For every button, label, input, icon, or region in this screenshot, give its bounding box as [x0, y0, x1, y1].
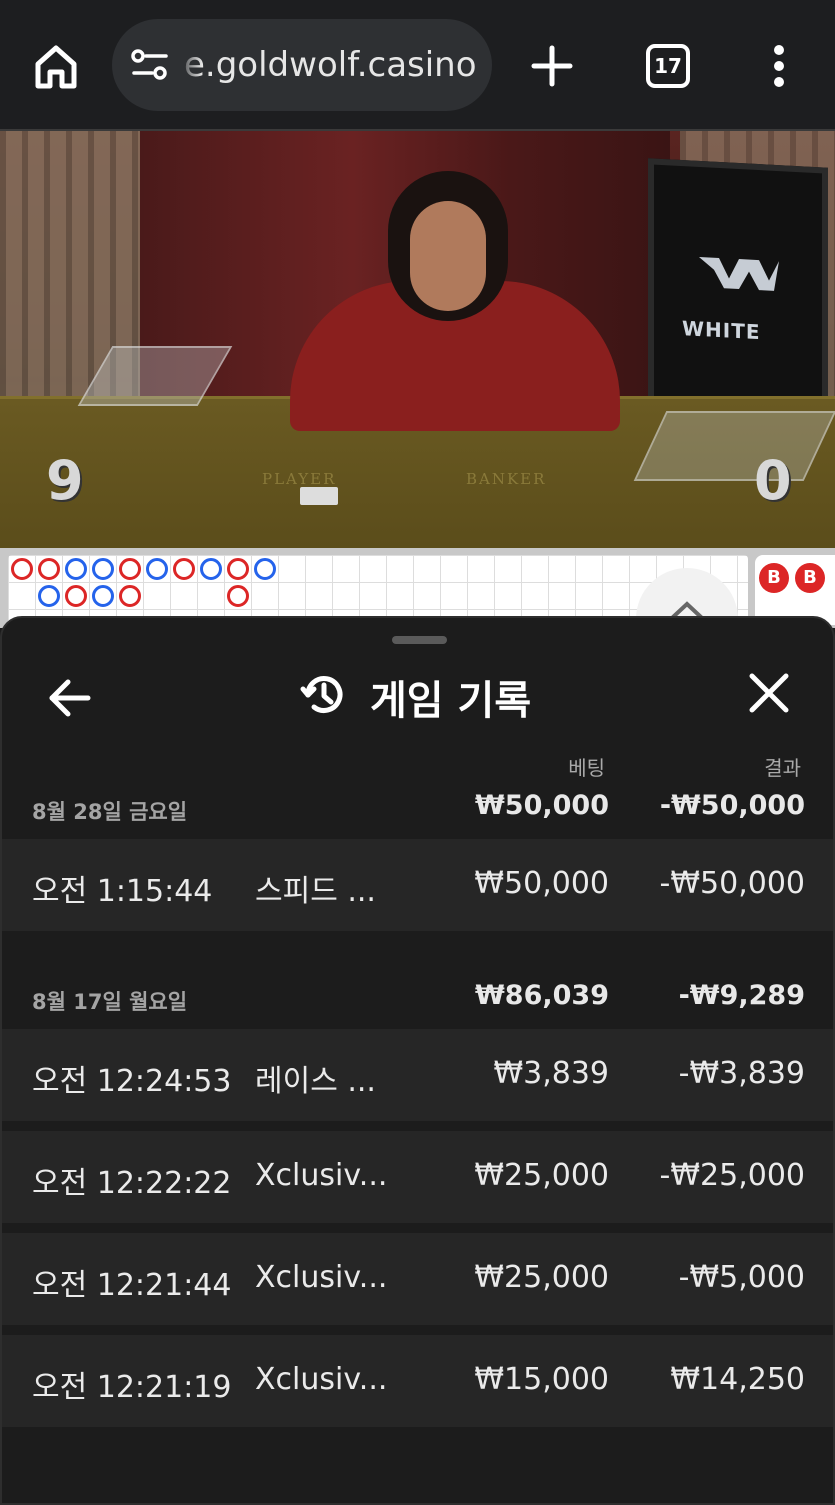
history-row[interactable]: 오전 1:15:44 스피드 ... ₩50,000 -₩50,000 — [2, 839, 833, 931]
url-text: e.goldwolf.casino — [184, 45, 477, 85]
bead-player — [38, 585, 60, 607]
bead-player — [146, 558, 168, 580]
row-game: 스피드 ... — [255, 874, 376, 909]
history-row[interactable]: 오전 12:24:53 레이스 ... ₩3,839 -₩3,839 — [2, 1029, 833, 1121]
date-label: 8월 17일 월요일 — [32, 990, 188, 1014]
sheet-title: 게임 기록 — [370, 678, 532, 724]
row-bet: ₩25,000 — [474, 1158, 609, 1193]
column-header-result: 결과 — [764, 756, 801, 780]
side-road-banker: B — [795, 563, 825, 593]
playing-card — [300, 487, 338, 505]
side-road-banker: B — [759, 563, 789, 593]
tab-switcher-button[interactable]: 17 — [646, 44, 690, 88]
side-road: B B — [755, 555, 835, 625]
row-divider — [2, 1121, 833, 1131]
date-group-header: 8월 28일 금요일 ₩50,000 -₩50,000 — [2, 784, 833, 834]
card-shoe-right — [633, 411, 835, 481]
row-game: Xclusiv... — [255, 1260, 388, 1295]
bead-banker — [173, 558, 195, 580]
date-total-result: -₩9,289 — [678, 980, 805, 1011]
back-arrow-icon[interactable] — [46, 674, 94, 722]
date-group-header: 8월 17일 월요일 ₩86,039 -₩9,289 — [2, 974, 833, 1024]
bead-banker — [227, 585, 249, 607]
address-bar[interactable]: e.goldwolf.casino — [112, 19, 492, 111]
bead-banker — [38, 558, 60, 580]
history-icon — [300, 671, 348, 719]
drag-handle[interactable] — [392, 636, 447, 644]
bead-banker — [119, 558, 141, 580]
date-total-result: -₩50,000 — [659, 790, 805, 821]
player-score: 9 — [46, 449, 84, 512]
row-bet: ₩15,000 — [474, 1362, 609, 1397]
history-row[interactable]: 오전 12:21:19 Xclusiv... ₩15,000 ₩14,250 — [2, 1335, 833, 1427]
row-result: -₩5,000 — [678, 1260, 805, 1295]
row-game: 레이스 ... — [255, 1064, 376, 1099]
row-result: ₩14,250 — [670, 1362, 805, 1397]
date-total-bet: ₩50,000 — [475, 790, 609, 821]
row-time: 오전 1:15:44 — [32, 874, 213, 909]
new-tab-icon[interactable] — [530, 44, 574, 88]
row-time: 오전 12:21:19 — [32, 1370, 232, 1405]
browser-toolbar: e.goldwolf.casino 17 — [0, 0, 835, 131]
bead-player — [92, 585, 114, 607]
whitehood-logo-icon — [699, 256, 779, 291]
row-result: -₩3,839 — [678, 1056, 805, 1091]
bead-banker — [227, 558, 249, 580]
date-label: 8월 28일 금요일 — [32, 800, 188, 824]
bead-banker — [11, 558, 33, 580]
date-total-bet: ₩86,039 — [475, 980, 609, 1011]
bead-player — [200, 558, 222, 580]
row-game: Xclusiv... — [255, 1158, 388, 1193]
row-game: Xclusiv... — [255, 1362, 388, 1397]
bead-player — [254, 558, 276, 580]
history-row[interactable]: 오전 12:21:44 Xclusiv... ₩25,000 -₩5,000 — [2, 1233, 833, 1325]
home-icon[interactable] — [30, 40, 82, 92]
row-divider — [2, 1325, 833, 1335]
url-fade — [178, 39, 202, 91]
row-result: -₩50,000 — [659, 866, 805, 901]
row-result: -₩25,000 — [659, 1158, 805, 1193]
site-settings-icon[interactable] — [130, 47, 170, 83]
bead-banker — [119, 585, 141, 607]
row-bet: ₩25,000 — [474, 1260, 609, 1295]
row-bet: ₩50,000 — [474, 866, 609, 901]
history-row[interactable]: 오전 12:22:22 Xclusiv... ₩25,000 -₩25,000 — [2, 1131, 833, 1223]
bead-player — [65, 558, 87, 580]
banker-label: BANKER — [466, 470, 547, 488]
more-menu-icon[interactable] — [770, 44, 788, 88]
banker-score: 0 — [754, 449, 792, 512]
live-video[interactable]: WHITE PLAYER BANKER 9 0 — [0, 131, 835, 548]
close-icon[interactable] — [746, 670, 792, 716]
dealer-face — [410, 201, 486, 311]
row-divider — [2, 1223, 833, 1233]
studio-monitor: WHITE — [648, 158, 828, 428]
row-time: 오전 12:22:22 — [32, 1166, 232, 1201]
player-label: PLAYER — [262, 470, 337, 488]
column-header-bet: 베팅 — [568, 756, 605, 780]
row-bet: ₩3,839 — [493, 1056, 609, 1091]
game-history-sheet: 게임 기록 베팅 결과 8월 28일 금요일 ₩50,000 -₩50,000 … — [0, 616, 835, 1505]
monitor-text: WHITE — [682, 316, 761, 345]
row-time: 오전 12:24:53 — [32, 1064, 232, 1099]
row-time: 오전 12:21:44 — [32, 1268, 232, 1303]
bead-banker — [65, 585, 87, 607]
bead-player — [92, 558, 114, 580]
